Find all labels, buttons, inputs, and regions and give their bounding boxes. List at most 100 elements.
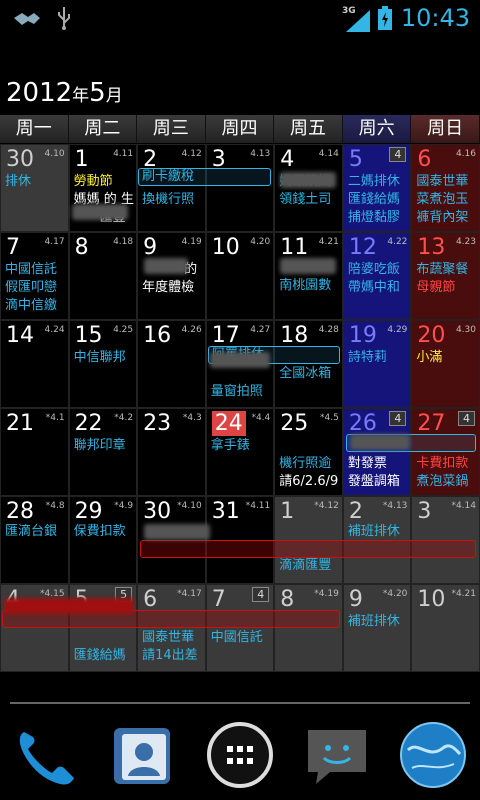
messaging-icon[interactable] <box>302 720 372 790</box>
calendar-event[interactable]: 請6/2.6/9 <box>279 473 342 490</box>
weekday-header: 周一 周二 周三 周四 周五 周六 周日 <box>0 115 480 143</box>
day-cell[interactable]: 21 *4.1 <box>0 408 69 496</box>
calendar-event[interactable]: 中國信託 <box>5 261 68 278</box>
day-cell[interactable]: 3 4.13 <box>205 144 275 232</box>
calendar-event[interactable]: 全國冰箱 <box>279 365 342 382</box>
day-number: 6 <box>417 147 432 172</box>
day-cell[interactable]: 7 4 中國信託 <box>205 584 275 672</box>
day-number: 1 <box>280 499 295 524</box>
calendar-event[interactable]: 補班排休 <box>348 613 411 630</box>
day-cell[interactable]: 10 4.20 <box>205 232 275 320</box>
calendar-event[interactable]: 匯滴台銀 <box>5 523 68 540</box>
usb-icon <box>58 7 70 30</box>
day-cell[interactable]: 9 4.19 的年度體檢 <box>137 232 206 320</box>
calendar-event[interactable]: 拿手錶 <box>211 437 274 454</box>
day-cell[interactable]: 16 4.26 <box>137 320 206 408</box>
calendar-event[interactable]: 褲背內架 <box>416 209 479 226</box>
calendar-event[interactable]: 母親節 <box>416 279 479 296</box>
calendar-event[interactable]: 卡費扣款 <box>416 455 479 472</box>
multi-day-event[interactable] <box>140 540 476 558</box>
day-cell[interactable]: 20 4.30 小滿 <box>411 320 480 408</box>
lunar-date: 4.20 <box>250 237 271 247</box>
calendar-event[interactable]: 換機行照 <box>142 191 205 208</box>
calendar-event[interactable]: 發盤調箱 <box>348 473 411 490</box>
calendar-event[interactable]: 勞動節 <box>74 173 137 190</box>
day-cell[interactable]: 12 4.22 陪婆吃飯 帶媽中和 <box>342 232 412 320</box>
day-cell[interactable]: 25 *4.5 機行照逾 請6/2.6/9 <box>274 408 343 496</box>
calendar-event[interactable]: 陪婆吃飯 <box>348 261 411 278</box>
browser-icon[interactable] <box>398 720 468 790</box>
calendar-event[interactable]: 二媽排休 <box>348 173 411 190</box>
event-count-badge: 4 <box>389 411 407 426</box>
day-cell[interactable]: 5 4 二媽排休 匯錢給媽 捕燈黏膠 <box>342 144 412 232</box>
lunar-date: *4.8 <box>45 501 65 511</box>
day-cell[interactable]: 19 4.29 詩特莉 <box>342 320 412 408</box>
month-title[interactable]: 2012年5月 <box>6 78 123 108</box>
calendar-event[interactable]: 量窗拍照 <box>211 383 274 400</box>
apps-icon[interactable] <box>205 720 275 790</box>
day-number: 2 <box>348 499 363 524</box>
day-number: 8 <box>74 235 89 260</box>
calendar-event[interactable]: 假匯叩戀 <box>5 279 68 296</box>
day-cell[interactable]: 23 *4.3 <box>137 408 206 496</box>
contacts-icon[interactable] <box>108 720 178 790</box>
day-cell[interactable]: 9 *4.20 補班排休 <box>342 584 412 672</box>
calendar-event[interactable]: 中國信託 <box>211 629 274 646</box>
calendar-event[interactable]: 匯錢給媽 <box>348 191 411 208</box>
day-cell[interactable]: 28 *4.8 匯滴台銀 <box>0 496 69 584</box>
day-number: 5 <box>348 147 363 172</box>
calendar-event[interactable]: 排休 <box>5 173 68 190</box>
day-cell[interactable]: 11 4.21 南桃園數 <box>274 232 343 320</box>
calendar-event[interactable]: 領錢土司 <box>279 191 342 208</box>
calendar-event[interactable]: 聯邦印章 <box>74 437 137 454</box>
lunar-date: 4.11 <box>113 149 134 159</box>
calendar-event[interactable]: 補班排休 <box>348 523 411 540</box>
calendar-event[interactable]: 詩特莉 <box>348 349 411 366</box>
calendar-event[interactable]: 對發票 <box>348 455 411 472</box>
lunar-date: 4.29 <box>387 325 408 335</box>
calendar-event[interactable]: 年度體檢 <box>142 279 205 296</box>
day-cell[interactable]: 29 *4.9 保費扣款 <box>68 496 138 584</box>
day-cell[interactable]: 10 *4.21 <box>411 584 480 672</box>
calendar-event[interactable]: 中信聯邦 <box>74 349 137 366</box>
phone-icon[interactable] <box>10 720 80 790</box>
calendar-event[interactable]: 小滿 <box>416 349 479 366</box>
calendar-event[interactable]: 國泰世華 <box>142 629 205 646</box>
day-cell[interactable]: 14 4.24 <box>0 320 69 408</box>
day-cell[interactable]: 6 *4.17 國泰世華 請14出差 <box>137 584 206 672</box>
calendar-event[interactable]: 煮泡菜鍋 <box>416 473 479 490</box>
calendar-event[interactable]: 帶媽中和 <box>348 279 411 296</box>
calendar-event[interactable]: 保費扣款 <box>74 523 137 540</box>
calendar-event[interactable]: 菜煮泡玉 <box>416 191 479 208</box>
day-cell[interactable]: 27 4 卡費扣款 煮泡菜鍋 <box>411 408 480 496</box>
dock-divider <box>10 702 470 704</box>
day-cell[interactable]: 22 *4.2 聯邦印章 <box>68 408 138 496</box>
day-cell[interactable]: 30 4.10 排休 <box>0 144 69 232</box>
day-cell[interactable]: 44.14媽跟姨媽領錢土司 <box>274 144 343 232</box>
calendar-event[interactable]: 機行照逾 <box>279 455 342 472</box>
calendar-event[interactable]: 布蔬聚餐 <box>416 261 479 278</box>
day-cell[interactable]: 7 4.17 中國信託 假匯叩戀 滴中信繳 <box>0 232 69 320</box>
day-cell[interactable]: 26 4 對發票 發盤調箱 <box>342 408 412 496</box>
day-cell[interactable]: 8 *4.19 <box>274 584 343 672</box>
day-cell[interactable]: 18 4.28 全國冰箱 <box>274 320 343 408</box>
multi-day-event[interactable]: 刷卡繳稅 <box>138 168 271 186</box>
calendar-event[interactable]: 匯錢給媽 <box>74 647 137 664</box>
day-number: 10 <box>211 235 240 260</box>
day-cell[interactable]: 2 4.12 換機行照 <box>137 144 206 232</box>
day-cell[interactable]: 13 4.23 布蔬聚餐 母親節 <box>411 232 480 320</box>
day-cell[interactable]: 15 4.25 中信聯邦 <box>68 320 138 408</box>
calendar-event[interactable]: 國泰世華 <box>416 173 479 190</box>
calendar-event[interactable]: 捕燈黏膠 <box>348 209 411 226</box>
calendar-event[interactable]: 滴中信繳 <box>5 297 68 314</box>
calendar-event[interactable]: 請14出差 <box>142 647 205 664</box>
day-cell[interactable]: 8 4.18 <box>68 232 138 320</box>
day-number: 10 <box>417 587 446 612</box>
calendar-event[interactable]: 滴滴匯豐 <box>279 557 342 574</box>
weekday-tue: 周二 <box>68 115 138 143</box>
day-number: 1 <box>74 147 89 172</box>
day-cell[interactable]: 24 *4.4 拿手錶 <box>205 408 275 496</box>
day-cell[interactable]: 6 4.16 國泰世華 菜煮泡玉 褲背內架 <box>411 144 480 232</box>
calendar-event[interactable]: 南桃園數 <box>279 277 342 294</box>
day-number: 18 <box>280 323 309 348</box>
